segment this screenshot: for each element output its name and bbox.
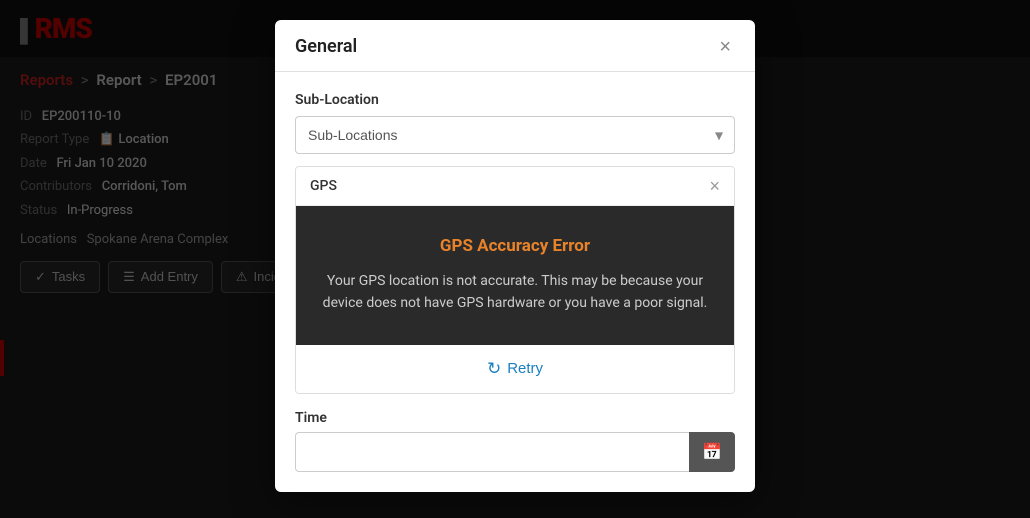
modal-body: Sub-Location Sub-Locations ▾ GPS × GPS A… — [275, 72, 755, 492]
gps-error-title: GPS Accuracy Error — [320, 236, 710, 256]
time-picker-button[interactable]: 📅 — [689, 432, 735, 472]
retry-icon: ↻ — [487, 359, 501, 379]
time-input[interactable] — [295, 432, 689, 472]
gps-close-button[interactable]: × — [709, 177, 720, 195]
general-modal: General × Sub-Location Sub-Locations ▾ G… — [275, 20, 755, 492]
gps-header: GPS × — [296, 167, 734, 206]
gps-error-box: GPS Accuracy Error Your GPS location is … — [296, 206, 734, 345]
gps-error-message: Your GPS location is not accurate. This … — [320, 270, 710, 315]
modal-title: General — [295, 36, 357, 57]
time-label: Time — [295, 410, 735, 426]
modal-overlay: General × Sub-Location Sub-Locations ▾ G… — [0, 0, 1030, 518]
gps-label: GPS — [310, 178, 337, 194]
calendar-icon: 📅 — [702, 444, 722, 461]
sub-location-label: Sub-Location — [295, 92, 735, 108]
sub-location-select[interactable]: Sub-Locations — [295, 116, 735, 154]
gps-retry-row: ↻ Retry — [296, 345, 734, 393]
modal-close-button[interactable]: × — [715, 37, 735, 57]
modal-header: General × — [275, 20, 755, 72]
retry-label: Retry — [507, 360, 543, 377]
time-field: Time 📅 — [295, 410, 735, 472]
gps-section: GPS × GPS Accuracy Error Your GPS locati… — [295, 166, 735, 394]
time-input-row: 📅 — [295, 432, 735, 472]
retry-button[interactable]: ↻ Retry — [487, 359, 543, 379]
sub-location-field: Sub-Location Sub-Locations ▾ — [295, 92, 735, 154]
sub-location-select-wrapper: Sub-Locations ▾ — [295, 116, 735, 154]
